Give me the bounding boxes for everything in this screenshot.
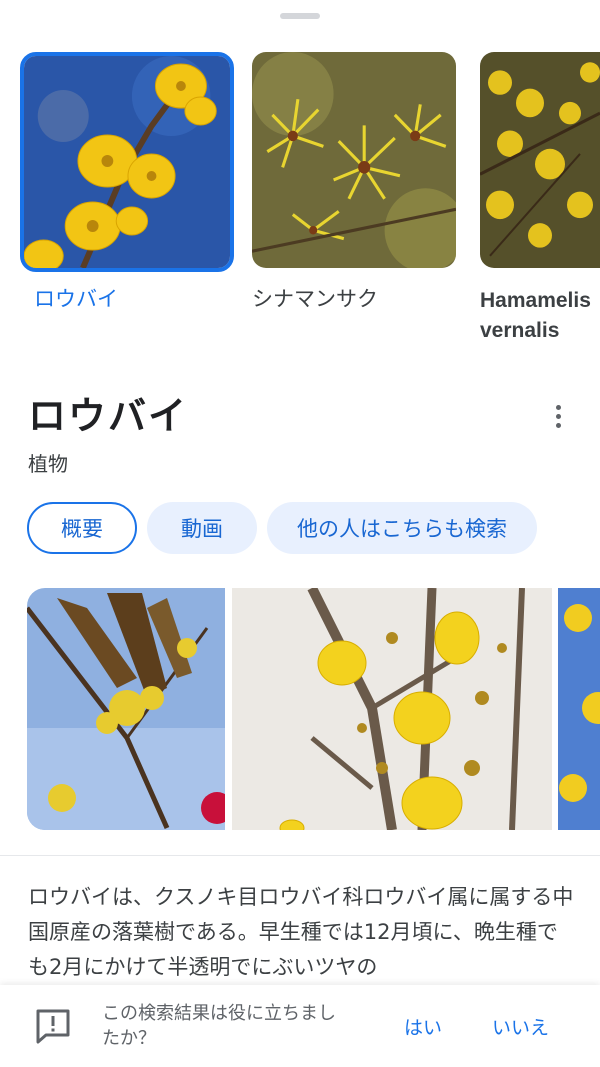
photo-thumbnail[interactable]	[232, 588, 552, 830]
carousel-card-shinamansaku[interactable]: シナマンサク	[252, 52, 462, 314]
feedback-icon	[34, 1007, 72, 1045]
image-strip	[27, 588, 600, 830]
more-dot	[555, 413, 561, 419]
feedback-bar: この検索結果は役に立ちましたか？ はい いいえ	[0, 985, 600, 1067]
feedback-yes-button[interactable]: はい	[404, 1013, 442, 1040]
carousel-label: シナマンサク	[252, 287, 378, 311]
section-divider	[0, 855, 600, 856]
carousel-label: ロウバイ	[34, 287, 118, 311]
feedback-question: この検索結果は役に立ちましたか？	[102, 1003, 336, 1049]
photo-thumbnail[interactable]	[558, 588, 600, 830]
entity-title: ロウバイ	[28, 394, 189, 438]
more-dot	[555, 422, 561, 428]
more-vert-icon[interactable]	[540, 398, 576, 434]
sheet-drag-handle[interactable]	[280, 13, 320, 19]
carousel-card-robai[interactable]: ロウバイ	[20, 52, 234, 314]
carousel-thumbnail-robai	[20, 52, 234, 272]
feedback-no-button[interactable]: いいえ	[492, 1013, 549, 1040]
entity-description: ロウバイは、クスノキ目ロウバイ科ロウバイ属に属する中国原産の落葉樹である。早生種…	[28, 885, 574, 979]
carousel-thumbnail-hamamelis	[480, 52, 600, 268]
tab-chips: 概要 動画 他の人はこちらも検索	[27, 502, 537, 554]
chip-overview[interactable]: 概要	[27, 502, 137, 554]
chip-people-also-search[interactable]: 他の人はこちらも検索	[267, 502, 537, 554]
entity-type: 植物	[28, 452, 68, 476]
chip-videos[interactable]: 動画	[147, 502, 257, 554]
related-carousel: ロウバイ シナマンサク Hamamelis vernalis	[0, 52, 600, 352]
search-result-page: ロウバイ シナマンサク Hamamelis vernalis ロウバイ 植物 概…	[0, 0, 600, 1067]
carousel-thumbnail-shinamansaku	[252, 52, 456, 268]
photo-thumbnail[interactable]	[27, 588, 225, 830]
carousel-card-hamamelis[interactable]: Hamamelis vernalis	[480, 52, 600, 346]
carousel-label: Hamamelis vernalis	[480, 289, 591, 342]
more-dot	[555, 404, 561, 410]
